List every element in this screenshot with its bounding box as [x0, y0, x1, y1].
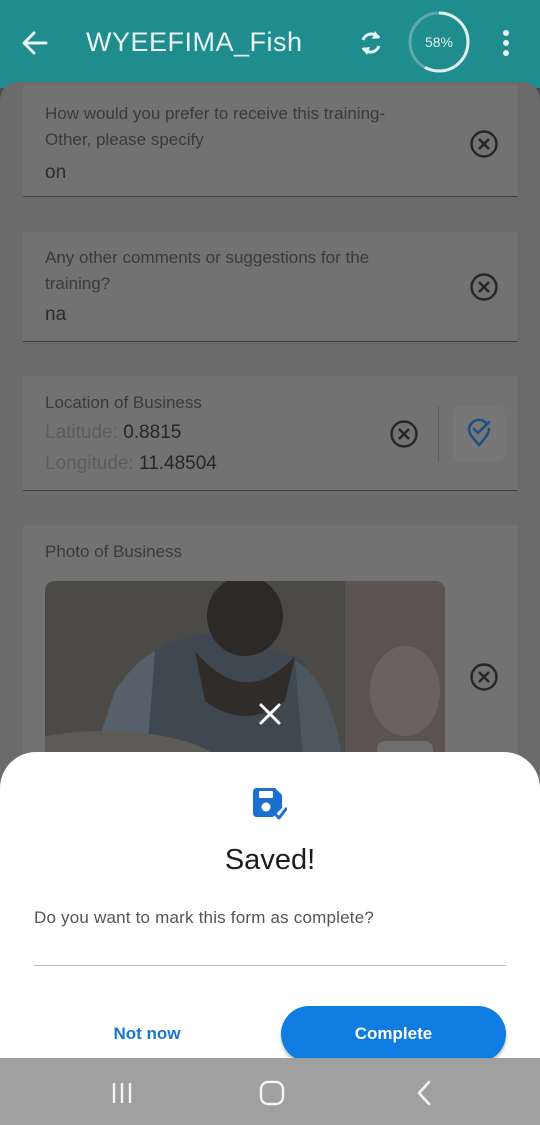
clear-circle-icon[interactable]	[469, 662, 499, 692]
longitude-label: Longitude:	[45, 453, 134, 474]
sync-icon[interactable]	[354, 26, 388, 60]
photo-image	[45, 581, 445, 781]
clear-circle-icon[interactable]	[469, 129, 499, 159]
progress-label: 58%	[424, 34, 454, 50]
not-now-button[interactable]: Not now	[34, 1006, 260, 1062]
back-chevron-icon[interactable]	[408, 1076, 442, 1110]
dialog-title: Saved!	[224, 844, 316, 876]
clear-circle-icon[interactable]	[469, 272, 499, 302]
longitude-row: Longitude: 11.48504	[45, 453, 217, 475]
field-comments[interactable]: Any other comments or suggestions for th…	[23, 232, 518, 342]
latitude-label: Latitude:	[45, 422, 118, 443]
business-photo[interactable]	[45, 581, 445, 781]
close-icon[interactable]	[256, 700, 284, 728]
save-check-icon	[253, 788, 287, 820]
field-location: Location of Business Latitude: 0.8815 Lo…	[23, 376, 518, 491]
divider	[438, 406, 439, 462]
latitude-value: 0.8815	[123, 422, 182, 443]
field-value[interactable]: on	[45, 162, 66, 184]
field-value[interactable]: na	[45, 304, 66, 326]
field-label: Photo of Business	[45, 542, 183, 561]
longitude-value: 11.48504	[139, 453, 217, 474]
complete-button[interactable]: Complete	[281, 1006, 506, 1062]
arrow-left-icon[interactable]	[18, 26, 52, 60]
system-nav-bar	[0, 1058, 540, 1125]
recents-icon[interactable]	[105, 1076, 139, 1110]
dialog-message: Do you want to mark this form as complet…	[34, 908, 375, 927]
location-pin-icon	[467, 418, 491, 447]
field-label: Any other comments or suggestions for th…	[45, 248, 370, 293]
latitude-row: Latitude: 0.8815	[45, 422, 181, 444]
form-title: WYEEFIMA_Fish	[86, 27, 303, 57]
divider	[34, 965, 506, 966]
field-training-other[interactable]: How would you prefer to receive this tra…	[23, 85, 518, 197]
capture-location-button[interactable]	[453, 406, 505, 462]
more-vert-icon[interactable]	[496, 26, 516, 60]
field-label: Location of Business	[45, 393, 202, 412]
field-label: How would you prefer to receive this tra…	[45, 104, 386, 149]
saved-dialog: Saved! Do you want to mark this form as …	[0, 752, 540, 1082]
app-bar: WYEEFIMA_Fish 58%	[0, 0, 540, 88]
home-icon[interactable]	[255, 1076, 289, 1110]
clear-circle-icon[interactable]	[389, 419, 419, 449]
